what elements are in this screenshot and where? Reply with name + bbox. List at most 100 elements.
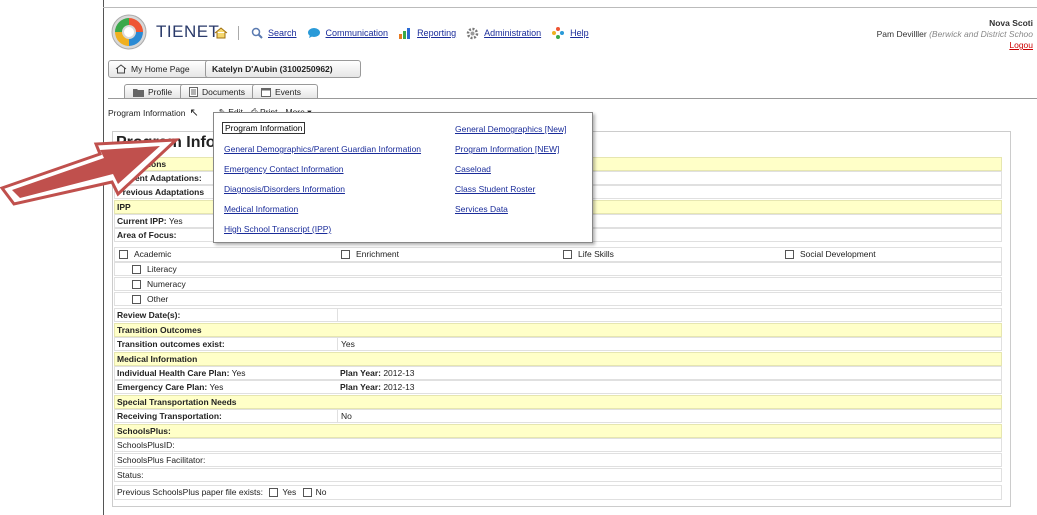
ecp-value: Yes	[209, 382, 224, 392]
search-icon	[251, 27, 263, 39]
checkbox[interactable]	[341, 250, 350, 260]
section-schoolsplus: SchoolsPlus:	[114, 424, 1002, 438]
search-link[interactable]: Search	[268, 28, 297, 38]
chat-bubble-icon	[307, 28, 320, 38]
help-nav[interactable]: Help	[551, 26, 589, 40]
menu-item-diagnosis-disorders[interactable]: Diagnosis/Disorders Information	[224, 184, 345, 194]
status-row: Status:	[114, 468, 1002, 482]
previous-file-label: Previous SchoolsPlus paper file exists:	[117, 487, 263, 497]
current-ipp-value: Yes	[168, 216, 183, 226]
tab-events[interactable]: Events	[252, 84, 318, 99]
checkbox[interactable]	[132, 295, 141, 305]
menu-item-caseload[interactable]: Caseload	[455, 164, 491, 174]
previous-file-no-checkbox[interactable]	[302, 488, 312, 498]
breadcrumb-student-label: Katelyn D'Aubin (3100250962)	[212, 64, 333, 74]
home-icon[interactable]	[214, 27, 228, 39]
review-dates-value	[337, 309, 341, 322]
administration-nav[interactable]: Administration	[466, 27, 541, 40]
focus-other-label: Other	[147, 294, 169, 304]
ecp-row: Emergency Care Plan: Yes Plan Year: 2012-…	[114, 380, 1002, 394]
focus-academic-label: Academic	[134, 249, 172, 259]
cursor-arrow-icon: ↖	[189, 107, 199, 119]
previous-file-no-label: No	[315, 487, 327, 497]
tab-baseline	[108, 98, 1037, 99]
receiving-transport-row: Receiving Transportation: No	[114, 409, 1002, 423]
tab-events-label: Events	[275, 87, 301, 97]
help-link[interactable]: Help	[570, 28, 589, 38]
nav-separator	[238, 26, 239, 40]
checkbox[interactable]	[563, 250, 572, 260]
bar-chart-icon	[399, 28, 411, 39]
ihcp-label: Individual Health Care Plan:	[117, 368, 230, 378]
current-ipp-label: Current IPP:	[117, 216, 167, 226]
top-navigation: Search Communication Reporting Administr…	[214, 26, 599, 40]
checkbox[interactable]	[119, 250, 128, 260]
section-transition-outcomes: Transition Outcomes	[114, 323, 1002, 337]
tab-profile[interactable]: Profile	[124, 84, 188, 99]
checkbox[interactable]	[132, 265, 141, 275]
user-school: (Berwick and District Schoo	[929, 29, 1033, 39]
previous-file-yes-label: Yes	[282, 487, 297, 497]
focus-life-skills-label: Life Skills	[578, 249, 614, 259]
menu-item-high-school-transcript[interactable]: High School Transcript (IPP)	[224, 224, 331, 234]
breadcrumb-home[interactable]: My Home Page	[108, 60, 210, 78]
communication-link[interactable]: Communication	[326, 28, 389, 38]
section-medical-information: Medical Information	[114, 352, 1002, 366]
administration-link[interactable]: Administration	[484, 28, 541, 38]
focus-life-skills[interactable]: Life Skills	[563, 248, 614, 261]
focus-numeracy[interactable]: Numeracy	[114, 277, 1002, 291]
focus-other[interactable]: Other	[114, 292, 1002, 306]
previous-file-yes-checkbox[interactable]	[269, 488, 279, 498]
search-nav[interactable]: Search	[251, 27, 297, 39]
menu-item-program-information-new[interactable]: Program Information [NEW]	[455, 144, 559, 154]
tienet-logo-icon	[111, 14, 147, 50]
checkbox[interactable]	[132, 280, 141, 290]
menu-item-emergency-contact[interactable]: Emergency Contact Information	[224, 164, 344, 174]
focus-enrichment-label: Enrichment	[356, 249, 399, 259]
section-special-transportation: Special Transportation Needs	[114, 395, 1002, 409]
page-frame-top	[103, 7, 1037, 8]
focus-academic[interactable]: Academic	[119, 248, 171, 261]
brand-name: TIENET	[156, 22, 220, 41]
menu-item-general-demographics-parent[interactable]: General Demographics/Parent Guardian Inf…	[224, 144, 421, 154]
plan-year-label: Plan Year:	[340, 382, 381, 392]
menu-item-class-student-roster[interactable]: Class Student Roster	[455, 184, 535, 194]
communication-nav[interactable]: Communication	[307, 27, 389, 39]
checkbox[interactable]	[785, 250, 794, 260]
tab-documents[interactable]: Documents	[180, 84, 258, 99]
help-icon	[552, 27, 565, 39]
focus-enrichment[interactable]: Enrichment	[341, 248, 399, 261]
menu-item-medical-information[interactable]: Medical Information	[224, 204, 298, 214]
reporting-link[interactable]: Reporting	[417, 28, 456, 38]
review-dates-row: Review Date(s):	[114, 308, 1002, 322]
focus-social-development[interactable]: Social Development	[785, 248, 876, 261]
transition-exist-row: Transition outcomes exist: Yes	[114, 337, 1002, 351]
plan-year-2: Plan Year: 2012-13	[337, 381, 415, 394]
folder-icon	[133, 88, 144, 97]
home-icon	[115, 64, 127, 74]
focus-literacy[interactable]: Literacy	[114, 262, 1002, 276]
reporting-nav[interactable]: Reporting	[398, 27, 456, 39]
menu-item-services-data[interactable]: Services Data	[455, 204, 508, 214]
program-information-menu: Program Information General Demographics…	[213, 112, 593, 243]
plan-year-1-value: 2012-13	[383, 368, 415, 378]
document-icon	[189, 87, 198, 97]
tab-documents-label: Documents	[202, 87, 245, 97]
focus-literacy-label: Literacy	[147, 264, 177, 274]
calendar-icon	[261, 88, 271, 97]
transition-exist-value: Yes	[337, 338, 355, 351]
breadcrumb-student[interactable]: Katelyn D'Aubin (3100250962)	[205, 60, 361, 78]
user-info: Nova Scoti Pam Devilller (Berwick and Di…	[877, 18, 1033, 51]
plan-year-1: Plan Year: 2012-13	[337, 367, 415, 380]
ecp-label: Emergency Care Plan:	[117, 382, 208, 392]
logout-link[interactable]: Logou	[1009, 40, 1033, 50]
schoolsplus-facilitator-row: SchoolsPlus Facilitator:	[114, 453, 1002, 467]
menu-item-program-information[interactable]: Program Information	[222, 122, 306, 134]
focus-numeracy-label: Numeracy	[147, 279, 186, 289]
tab-profile-label: Profile	[148, 87, 173, 97]
review-dates-label: Review Date(s):	[117, 310, 181, 320]
program-information-dropdown[interactable]: Program Information	[108, 108, 185, 118]
focus-areas-row: Academic Enrichment Life Skills Social D…	[114, 247, 1002, 262]
focus-social-development-label: Social Development	[800, 249, 876, 259]
menu-item-general-demographics-new[interactable]: General Demographics [New]	[455, 124, 567, 134]
